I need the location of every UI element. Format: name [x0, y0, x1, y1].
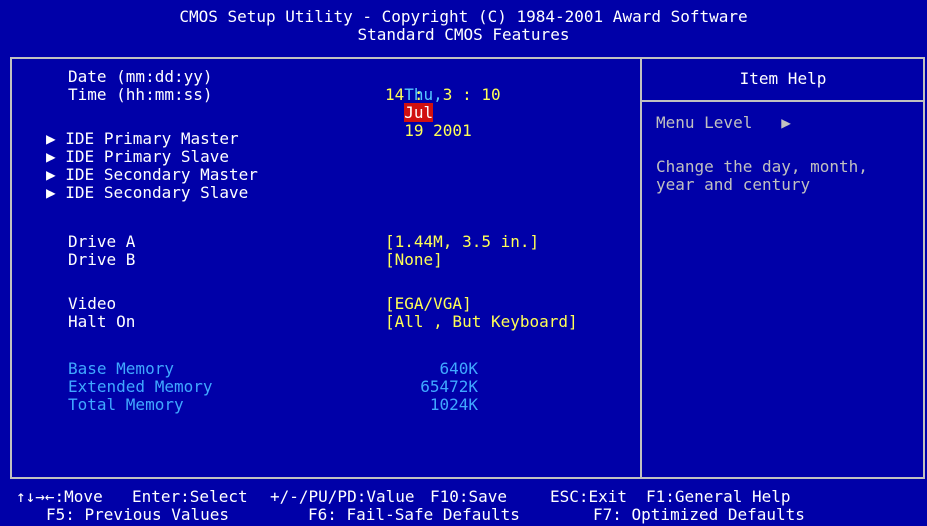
ide-primary-slave-item[interactable]: ▶ IDE Primary Slave	[46, 148, 229, 166]
date-month-selected[interactable]: Jul	[404, 103, 434, 122]
time-label: Time (hh:mm:ss)	[68, 85, 213, 104]
help-title-divider	[641, 100, 924, 102]
header-subtitle: Standard CMOS Features	[357, 25, 570, 44]
footer-help-hint: F1:General Help	[646, 487, 791, 506]
ide-secondary-master-label: IDE Secondary Master	[65, 165, 258, 184]
submenu-arrow-icon: ▶	[46, 129, 56, 148]
date-day-year[interactable]: 19 2001	[404, 121, 471, 140]
submenu-arrow-icon: ▶	[46, 165, 56, 184]
header-title: CMOS Setup Utility - Copyright (C) 1984-…	[179, 7, 748, 26]
total-memory-value: 1024K	[429, 395, 478, 414]
footer-select-hint: Enter:Select	[132, 487, 248, 506]
ide-primary-master-item[interactable]: ▶ IDE Primary Master	[46, 130, 239, 148]
footer-exit-hint: ESC:Exit	[550, 487, 628, 506]
menu-level-arrow-icon: ▶	[781, 113, 791, 132]
drive-a-label: Drive A	[68, 232, 136, 251]
menu-level-row: Menu Level ▶	[656, 114, 791, 132]
menu-level-label: Menu Level	[656, 113, 753, 132]
total-memory-label: Total Memory	[68, 395, 184, 414]
base-memory-label: Base Memory	[68, 359, 174, 378]
footer-optimized-defaults-hint: F7: Optimized Defaults	[593, 505, 805, 524]
footer-save-hint: F10:Save	[430, 487, 508, 506]
ide-primary-slave-label: IDE Primary Slave	[65, 147, 230, 166]
submenu-arrow-icon: ▶	[46, 183, 56, 202]
help-divider	[640, 58, 642, 478]
ide-secondary-master-item[interactable]: ▶ IDE Secondary Master	[46, 166, 258, 184]
help-description-line1: Change the day, month,	[656, 157, 868, 176]
drive-a-value[interactable]: [1.44M, 3.5 in.]	[385, 233, 539, 251]
halt-on-label: Halt On	[68, 312, 136, 331]
extended-memory-label: Extended Memory	[68, 377, 213, 396]
ide-secondary-slave-item[interactable]: ▶ IDE Secondary Slave	[46, 184, 248, 202]
footer-failsafe-defaults-hint: F6: Fail-Safe Defaults	[308, 505, 520, 524]
extended-memory-value: 65472K	[420, 377, 478, 396]
footer-value-hint: +/-/PU/PD:Value	[270, 487, 415, 506]
date-field[interactable]: Thu, Jul 19 2001	[385, 68, 472, 140]
footer-move-hint: ↑↓→←:Move	[16, 487, 103, 506]
base-memory-value: 640K	[439, 359, 478, 378]
footer-previous-values-hint: F5: Previous Values	[46, 505, 230, 524]
video-value[interactable]: [EGA/VGA]	[385, 295, 472, 313]
ide-primary-master-label: IDE Primary Master	[65, 129, 239, 148]
drive-b-value[interactable]: [None]	[385, 251, 443, 269]
help-description-line2: year and century	[656, 175, 811, 194]
date-label: Date (mm:dd:yy)	[68, 67, 213, 86]
ide-secondary-slave-label: IDE Secondary Slave	[65, 183, 249, 202]
item-help-title: Item Help	[739, 69, 827, 88]
drive-b-label: Drive B	[68, 250, 136, 269]
time-value[interactable]: 14 : 3 : 10	[385, 86, 501, 104]
video-label: Video	[68, 294, 117, 313]
submenu-arrow-icon: ▶	[46, 147, 56, 166]
halt-on-value[interactable]: [All , But Keyboard]	[385, 313, 578, 331]
